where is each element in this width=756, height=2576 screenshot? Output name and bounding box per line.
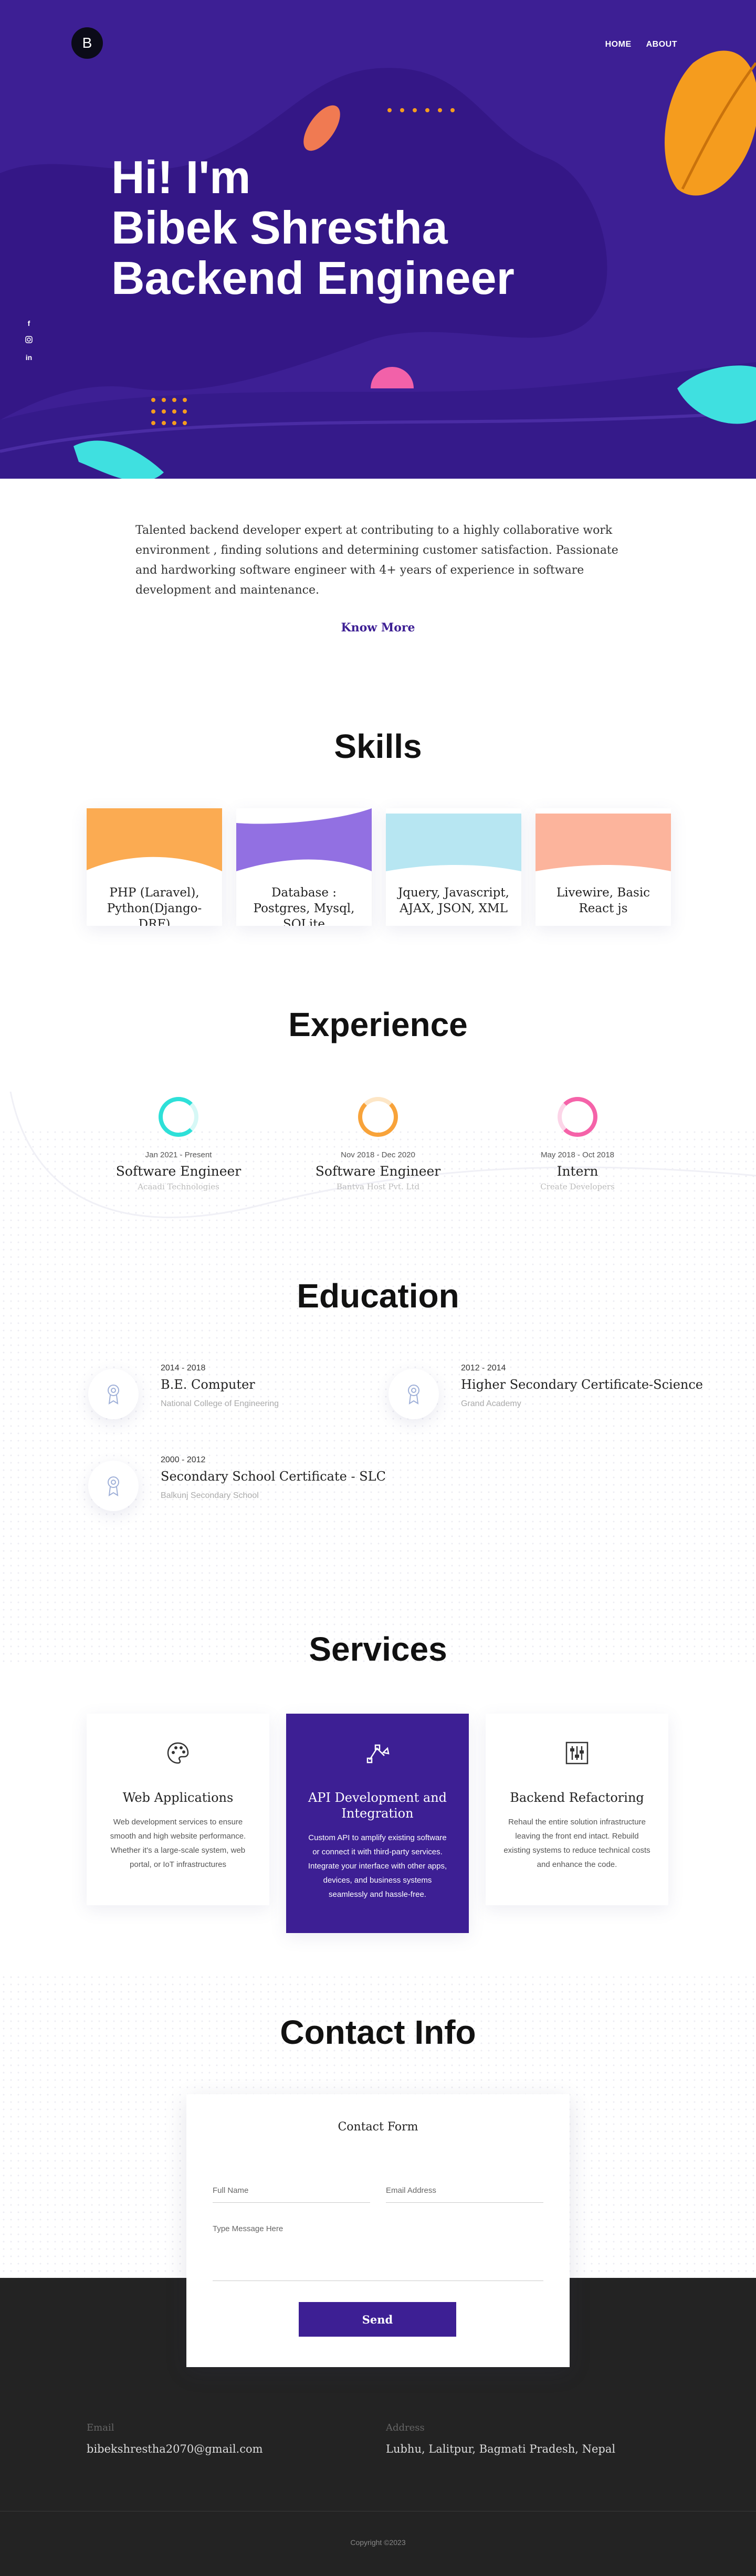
skill-card-wave bbox=[87, 808, 222, 871]
award-icon bbox=[88, 1369, 139, 1419]
footer-address: Address Lubhu, Lalitpur, Bagmati Pradesh… bbox=[386, 2422, 615, 2455]
experience-company: Create Developers bbox=[540, 1182, 615, 1191]
experience-item: Nov 2018 - Dec 2020 Software Engineer Ba… bbox=[294, 1097, 462, 1191]
skill-label: PHP (Laravel), Python(Django-DRF) bbox=[107, 886, 202, 926]
skill-label: Livewire, Basic React js bbox=[556, 886, 650, 915]
education-school: National College of Engineering bbox=[161, 1399, 279, 1408]
skill-card: Jquery, Javascript, AJAX, JSON, XML bbox=[386, 808, 521, 926]
service-title: API Development and Integration bbox=[308, 1790, 447, 1821]
service-description: Rehaul the entire solution infrastructur… bbox=[503, 1818, 650, 1869]
skill-label: Database : Postgres, Mysql, SQLite bbox=[253, 886, 355, 926]
footer-email: Email bibekshrestha2070@gmail.com bbox=[87, 2422, 263, 2455]
skill-card: Livewire, Basic React js bbox=[536, 808, 671, 926]
know-more-link[interactable]: Know More bbox=[0, 621, 756, 635]
sliders-icon bbox=[565, 1741, 589, 1765]
experience-ring-icon bbox=[558, 1097, 597, 1137]
logo[interactable]: B bbox=[71, 27, 103, 59]
skills-title: Skills bbox=[334, 727, 422, 765]
about-text: Talented backend developer expert at con… bbox=[135, 524, 618, 597]
nav-about-link[interactable]: ABOUT bbox=[646, 40, 677, 49]
hero-name: Bibek Shrestha bbox=[111, 202, 448, 254]
contact-form-title: Contact Form bbox=[338, 2120, 418, 2134]
experience-item: May 2018 - Oct 2018 Intern Create Develo… bbox=[494, 1097, 662, 1191]
vector-pen-icon bbox=[366, 1744, 390, 1764]
education-degree: Secondary School Certificate - SLC bbox=[161, 1469, 386, 1484]
education-school: Grand Academy bbox=[461, 1399, 521, 1408]
skill-card: PHP (Laravel), Python(Django-DRF) bbox=[87, 808, 222, 926]
service-card[interactable]: Backend Refactoring Rehaul the entire so… bbox=[486, 1714, 668, 1905]
experience-date: Jan 2021 - Present bbox=[145, 1150, 212, 1159]
award-icon bbox=[388, 1369, 439, 1419]
education-item: 2014 - 2018 B.E. Computer National Colle… bbox=[85, 1364, 379, 1437]
copyright-text: Copyright ©2023 bbox=[350, 2538, 406, 2547]
experience-company: Acaadi Technologies bbox=[138, 1182, 219, 1191]
email-label: Email bbox=[87, 2422, 114, 2433]
experience-company: Bantva Host Pvt. Ltd bbox=[336, 1182, 420, 1191]
services-title: Services bbox=[309, 1630, 447, 1668]
contact-form: Contact Form Full Name Email Address Typ… bbox=[186, 2094, 570, 2367]
skill-label: Jquery, Javascript, AJAX, JSON, XML bbox=[398, 886, 509, 915]
education-years: 2012 - 2014 bbox=[461, 1364, 506, 1373]
address-value: Lubhu, Lalitpur, Bagmati Pradesh, Nepal bbox=[386, 2443, 616, 2455]
send-button[interactable]: Send bbox=[299, 2302, 456, 2337]
skill-card: Database : Postgres, Mysql, SQLite bbox=[236, 808, 372, 926]
skill-card-wave bbox=[236, 808, 372, 871]
award-icon bbox=[88, 1461, 139, 1511]
portfolio-page: B HOME ABOUT Hi! I'm Bibek Shrestha Back… bbox=[0, 0, 756, 2576]
education-school: Balkunj Secondary School bbox=[161, 1491, 259, 1500]
social-links: f in bbox=[24, 319, 34, 362]
service-description: Custom API to amplify existing software … bbox=[308, 1833, 447, 1899]
hero-section: B HOME ABOUT Hi! I'm Bibek Shrestha Back… bbox=[0, 0, 756, 479]
education-years: 2014 - 2018 bbox=[161, 1364, 206, 1373]
facebook-icon[interactable]: f bbox=[24, 319, 34, 328]
hero-role: Backend Engineer bbox=[111, 252, 514, 304]
main-nav: HOME ABOUT bbox=[605, 40, 677, 49]
skill-card-wave bbox=[386, 814, 521, 871]
service-title: Backend Refactoring bbox=[510, 1790, 644, 1805]
service-card[interactable]: Web Applications Web development service… bbox=[87, 1714, 269, 1905]
experience-ring-icon bbox=[358, 1097, 398, 1137]
hero-heading: Hi! I'm Bibek Shrestha Backend Engineer bbox=[111, 152, 514, 303]
education-item: 2012 - 2014 Higher Secondary Certificate… bbox=[385, 1364, 703, 1437]
linkedin-icon[interactable]: in bbox=[24, 353, 34, 362]
experience-role: Software Engineer bbox=[315, 1164, 441, 1179]
palette-icon bbox=[167, 1742, 189, 1764]
service-card[interactable]: API Development and Integration Custom A… bbox=[286, 1714, 469, 1933]
experience-date: Nov 2018 - Dec 2020 bbox=[341, 1150, 415, 1159]
full-name-field[interactable]: Full Name bbox=[213, 2186, 370, 2203]
experience-role: Intern bbox=[556, 1164, 598, 1179]
experience-ring-icon bbox=[159, 1097, 198, 1137]
email-field[interactable]: Email Address bbox=[386, 2186, 543, 2203]
email-value[interactable]: bibekshrestha2070@gmail.com bbox=[87, 2443, 263, 2455]
hero-greeting: Hi! I'm bbox=[111, 151, 251, 203]
experience-role: Software Engineer bbox=[116, 1164, 242, 1179]
experience-title: Experience bbox=[288, 1006, 468, 1043]
message-field[interactable]: Type Message Here bbox=[213, 2224, 543, 2281]
education-degree: Higher Secondary Certificate-Science bbox=[461, 1377, 703, 1392]
service-description: Web development services to ensure smoot… bbox=[110, 1818, 246, 1869]
skill-card-wave bbox=[536, 814, 671, 871]
experience-date: May 2018 - Oct 2018 bbox=[540, 1150, 615, 1159]
address-label: Address bbox=[386, 2422, 425, 2433]
contact-title: Contact Info bbox=[280, 2013, 476, 2051]
education-degree: B.E. Computer bbox=[161, 1377, 255, 1392]
education-title: Education bbox=[297, 1277, 459, 1315]
instagram-icon[interactable] bbox=[24, 336, 34, 345]
education-years: 2000 - 2012 bbox=[161, 1455, 206, 1464]
education-item: 2000 - 2012 Secondary School Certificate… bbox=[85, 1455, 386, 1529]
service-title: Web Applications bbox=[122, 1790, 234, 1805]
nav-home-link[interactable]: HOME bbox=[605, 40, 632, 49]
experience-item: Jan 2021 - Present Software Engineer Aca… bbox=[94, 1097, 262, 1191]
